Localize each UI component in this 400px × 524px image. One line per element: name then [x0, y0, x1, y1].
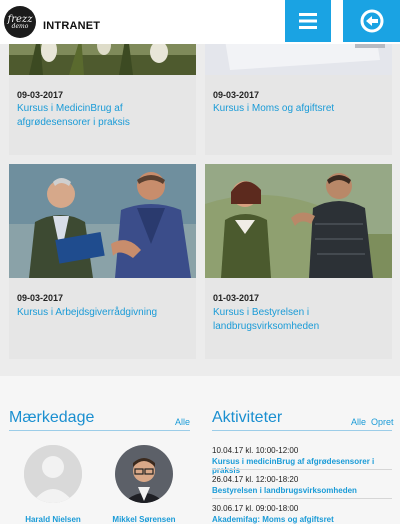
activity-name-link[interactable]: Bestyrelsen i landbrugsvirksomheden	[212, 486, 392, 495]
course-image	[205, 164, 392, 278]
person-photo[interactable]	[115, 445, 173, 503]
person-name-link[interactable]: Harald Nielsen	[3, 515, 103, 524]
brand-title: INTRANET	[43, 20, 101, 32]
activity-name-link[interactable]: Akademifag: Moms og afgiftsret	[212, 515, 392, 524]
activity-name-link[interactable]: Kursus i medicinBrug af afgrødesensorer …	[212, 457, 392, 475]
activity-time: 10.04.17 kl. 10:00-12:00	[212, 446, 299, 455]
default-person-icon[interactable]	[24, 445, 82, 503]
course-card[interactable]: 09-03-2017 Kursus i Arbejdsgiverrådgivni…	[9, 164, 196, 359]
logo-text-sub: demo	[11, 22, 29, 30]
course-date: 01-03-2017	[213, 293, 260, 303]
hamburger-icon	[299, 13, 317, 29]
birthdays-divider	[9, 430, 190, 431]
activity-item[interactable]: 26.04.17 kl. 12:00-18:20 Bestyrelsen i l…	[212, 475, 392, 495]
back-button[interactable]	[343, 0, 400, 42]
course-title-link[interactable]: Kursus i Arbejdsgiverrådgivning	[17, 306, 188, 320]
course-date: 09-03-2017	[17, 90, 64, 100]
activities-all-link[interactable]: Alle	[351, 417, 366, 427]
activities-title: Aktiviteter	[212, 409, 283, 426]
person-name-link[interactable]: Mikkel Sørensen	[94, 515, 194, 524]
birthdays-all-link[interactable]: Alle	[175, 417, 190, 427]
course-image	[9, 164, 196, 278]
activity-time: 26.04.17 kl. 12:00-18:20	[212, 475, 299, 484]
activity-divider	[212, 469, 392, 470]
top-bar: frezz demo INTRANET	[0, 0, 400, 44]
activity-item[interactable]: 10.04.17 kl. 10:00-12:00 Kursus i medici…	[212, 446, 392, 475]
course-card[interactable]: 01-03-2017 Kursus i Bestyrelsen i landbr…	[205, 164, 392, 359]
birthdays-title: Mærkedage	[9, 409, 95, 426]
course-date: 09-03-2017	[17, 293, 64, 303]
activity-time: 30.06.17 kl. 09:00-18:00	[212, 504, 299, 513]
menu-button[interactable]	[285, 0, 331, 42]
arrow-left-circle-icon	[360, 9, 383, 33]
course-title-link[interactable]: Kursus i Moms og afgiftsret	[213, 102, 384, 116]
activities-divider	[212, 430, 392, 431]
course-title-link[interactable]: Kursus i MedicinBrug af afgrødesensorer …	[17, 102, 188, 130]
frezz-logo[interactable]: frezz demo	[4, 6, 36, 38]
activity-divider	[212, 498, 392, 499]
course-title-link[interactable]: Kursus i Bestyrelsen i landbrugsvirksomh…	[213, 306, 384, 334]
activity-item[interactable]: 30.06.17 kl. 09:00-18:00 Akademifag: Mom…	[212, 504, 392, 524]
course-date: 09-03-2017	[213, 90, 260, 100]
bottom-panel: Mærkedage Alle Harald Nielsen Mikkel Sør…	[0, 376, 400, 524]
activities-create-link[interactable]: Opret	[371, 417, 394, 427]
